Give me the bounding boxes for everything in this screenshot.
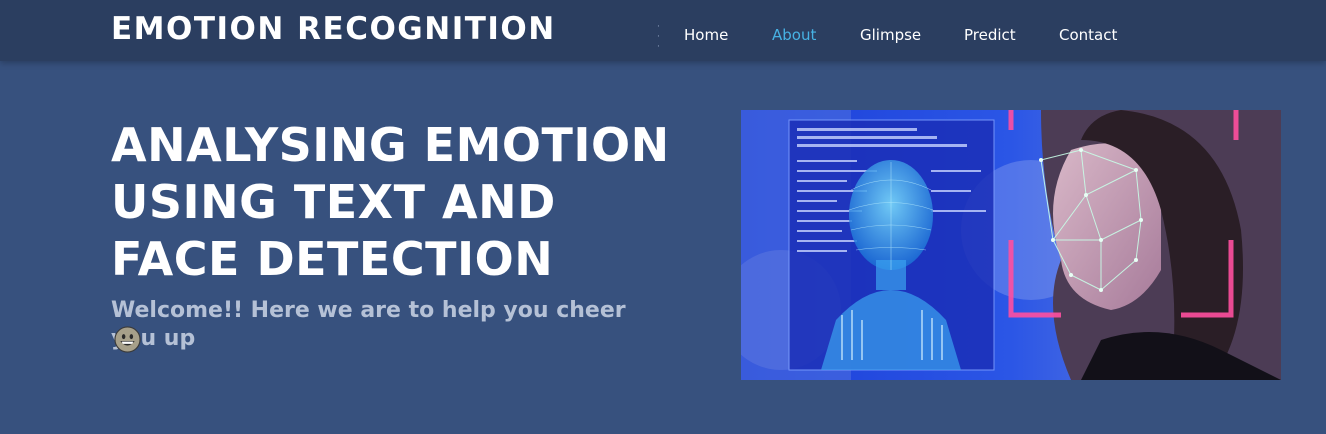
hero-face-recognition-image: [741, 110, 1281, 380]
site-logo[interactable]: EMOTION RECOGNITION: [111, 11, 556, 47]
nav-about[interactable]: About: [772, 26, 816, 44]
nav-contact[interactable]: Contact: [1059, 26, 1117, 44]
face-recognition-illustration: [741, 110, 1281, 380]
nav-dots-icon: · · ·: [657, 22, 661, 52]
nav-home[interactable]: Home: [684, 26, 728, 44]
hero-subtitle: Welcome!! Here we are to help you cheer …: [111, 298, 626, 351]
site-header: EMOTION RECOGNITION · · · Home About Gli…: [0, 0, 1326, 61]
hero-title-line-2: USING TEXT AND: [111, 175, 556, 229]
hero-title-line-1: ANALYSING EMOTION: [111, 118, 670, 172]
hero-title: ANALYSING EMOTION USING TEXT AND FACE DE…: [111, 117, 671, 288]
grinning-face-icon: [114, 326, 141, 353]
hero-title-line-3: FACE DETECTION: [111, 232, 554, 286]
nav-predict[interactable]: Predict: [964, 26, 1016, 44]
nav-glimpse[interactable]: Glimpse: [860, 26, 921, 44]
